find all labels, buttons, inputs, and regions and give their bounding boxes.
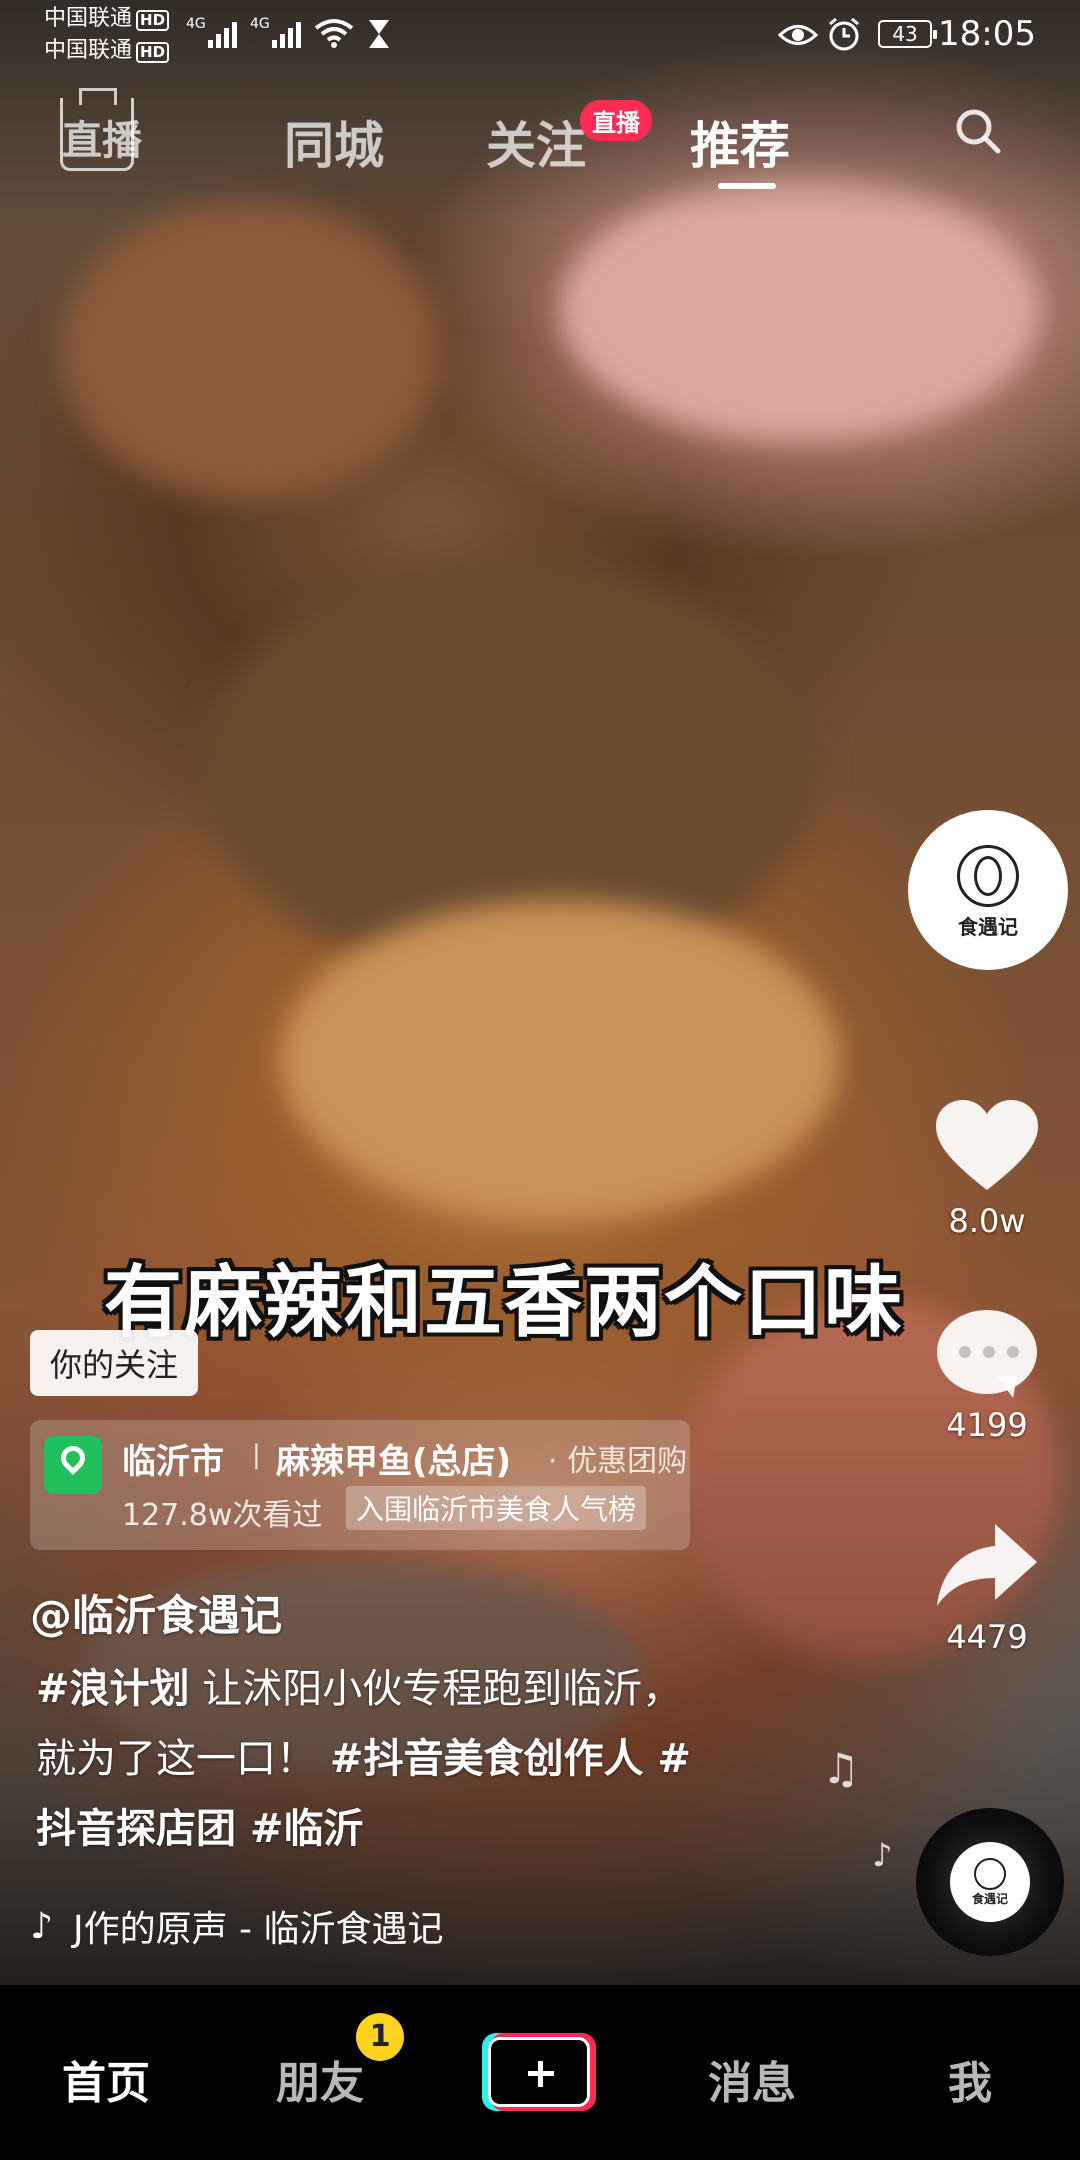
music-disc-cover: 食遇记 — [950, 1842, 1030, 1922]
network-type-1: 4G — [186, 16, 206, 32]
music-note-icon: ♫ — [822, 1744, 860, 1793]
video-description: #浪计划 让沭阳小伙专程跑到临沂， 就为了这一口！ #抖音美食创作人 # 抖音探… — [36, 1654, 796, 1864]
bottom-tab-bar: 首页 朋友 1 消息 我 — [0, 1985, 1080, 2160]
comment-icon — [937, 1310, 1037, 1398]
location-pin-icon — [44, 1436, 102, 1494]
video-blob — [280, 900, 840, 1220]
heart-icon — [936, 1100, 1038, 1190]
app-screen: 有麻辣和五香两个口味 中国联通 HD 中国联通 HD 4G 4G 43 18:05 — [0, 0, 1080, 2160]
tab-city[interactable]: 同城 — [284, 106, 384, 178]
tiktok-note-icon: ♪ — [30, 1905, 53, 1947]
poi-rank-badge: 入围临沂市美食人气榜 — [346, 1486, 647, 1530]
music-info[interactable]: ♪ J作的原声 - 临沂食遇记 — [30, 1900, 443, 1952]
hashtag[interactable]: #浪计划 — [36, 1666, 190, 1712]
share-button[interactable]: 4479 — [922, 1520, 1052, 1656]
share-count: 4479 — [946, 1618, 1028, 1656]
active-tab-indicator — [718, 183, 776, 189]
network-type-2: 4G — [250, 16, 270, 32]
tab-recommend[interactable]: 推荐 — [690, 106, 790, 178]
clock: 18:05 — [938, 14, 1036, 54]
share-icon — [937, 1524, 1037, 1606]
music-title: J作的原声 - 临沂食遇记 — [72, 1909, 444, 1950]
following-tag: 你的关注 — [30, 1330, 199, 1396]
carrier-2: 中国联通 HD — [44, 38, 170, 64]
poi-shop-name: 麻辣甲鱼(总店) — [276, 1442, 512, 1482]
like-count: 8.0w — [948, 1202, 1026, 1240]
tab-home[interactable]: 首页 — [62, 2047, 150, 2111]
poi-city: 临沂市 — [122, 1442, 224, 1482]
signal-icon — [208, 22, 237, 48]
battery-icon: 43 — [878, 20, 937, 48]
tab-live[interactable]: 直播 — [60, 98, 142, 171]
comment-count: 4199 — [946, 1406, 1028, 1444]
music-disc-text: 食遇记 — [971, 1891, 1008, 1906]
poi-deal: · 优惠团购 — [548, 1444, 688, 1479]
status-bar: 中国联通 HD 中国联通 HD 4G 4G 43 18:05 — [0, 0, 1080, 70]
signal-icon — [272, 22, 301, 48]
tab-me[interactable]: 我 — [948, 2047, 992, 2111]
description-text: 让沭阳小伙专程跑到临沂， — [189, 1666, 683, 1712]
tab-friends[interactable]: 朋友 — [276, 2047, 364, 2111]
hashtag[interactable]: 抖音探店团 #临沂 — [36, 1806, 363, 1852]
search-icon[interactable] — [955, 108, 1001, 154]
avatar-text: 食遇记 — [958, 914, 1018, 939]
tab-live-label: 直播 — [62, 118, 142, 164]
hashtag[interactable]: #抖音美食创作人 # — [316, 1736, 691, 1782]
author-name[interactable]: @临沂食遇记 — [30, 1582, 282, 1643]
author-avatar[interactable]: 食遇记 — [908, 810, 1068, 970]
video-caption: 有麻辣和五香两个口味 — [104, 1258, 905, 1348]
poi-card[interactable]: 临沂市 | 麻辣甲鱼(总店) · 优惠团购 127.8w次看过 入围临沂市美食人… — [30, 1420, 690, 1550]
music-disc[interactable]: 食遇记 — [916, 1808, 1064, 1956]
tab-messages[interactable]: 消息 — [708, 2047, 796, 2111]
poi-separator: | — [252, 1440, 261, 1470]
add-button[interactable] — [482, 2033, 596, 2111]
logo-mark — [957, 844, 1019, 907]
description-text: 就为了这一口！ — [36, 1736, 316, 1782]
like-button[interactable]: 8.0w — [922, 1098, 1052, 1240]
live-badge: 直播 — [580, 100, 652, 141]
eye-icon — [778, 25, 818, 45]
alarm-icon — [829, 17, 859, 51]
friends-badge: 1 — [356, 2013, 404, 2061]
logo-mark — [974, 1857, 1006, 1890]
hourglass-icon — [369, 20, 389, 48]
plus-icon — [488, 2037, 590, 2107]
wifi-icon — [314, 19, 354, 48]
comment-button[interactable]: 4199 — [922, 1310, 1052, 1444]
poi-views: 127.8w次看过 — [122, 1498, 323, 1533]
music-note-icon: ♪ — [872, 1836, 893, 1874]
carrier-1: 中国联通 HD — [44, 6, 170, 32]
tab-follow[interactable]: 关注 — [486, 106, 586, 178]
video-blob — [60, 200, 440, 500]
